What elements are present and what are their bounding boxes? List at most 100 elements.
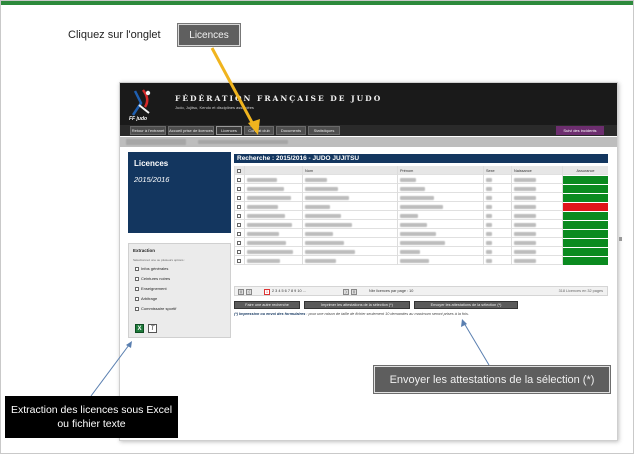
nom-cell [302,256,397,265]
table-row[interactable] [234,247,608,256]
checkbox[interactable] [135,296,139,301]
naissance-cell [511,238,562,247]
assurance-cell [562,238,608,247]
extraction-option-infos[interactable]: Infos générales [135,266,168,271]
licences-table: Nom Prénom Sexe Naissance Assurance [234,166,608,265]
assurance-cell [562,256,608,265]
blurred-value [486,249,492,254]
checkbox[interactable] [135,266,139,271]
search-title: Recherche : 2015/2016 - JUDO JUJITSU [234,154,608,163]
row-checkbox[interactable] [237,186,241,191]
insurance-status-green [563,229,608,238]
prenom-cell [397,175,483,184]
blurred-value [305,222,352,227]
nav-accueil[interactable]: Accueil prise de licences [168,126,214,135]
extraction-option-arbitrage[interactable]: Arbitrage [135,296,157,301]
assurance-cell [562,193,608,202]
footnote: (*) Impression ou envoi des formulaires … [234,312,469,316]
row-checkbox-cell [234,202,244,211]
sexe-cell [483,193,511,202]
nom-cell [302,229,397,238]
per-page-select[interactable]: Nbr licences par page : 10 [369,289,413,293]
blurred-value [247,195,291,200]
blurred-club-name [126,139,186,145]
naissance-cell [511,247,562,256]
table-row[interactable] [234,229,608,238]
row-checkbox[interactable] [237,222,241,227]
blurred-value [486,195,492,200]
option-label: Infos générales [141,266,169,271]
nom-cell [302,202,397,211]
page-numbers[interactable]: 2 3 4 5 6 7 8 9 10 ... [272,289,306,293]
blurred-user-info [198,140,288,144]
blurred-value [247,204,278,209]
licence-number-cell [244,247,302,256]
blurred-value [514,222,536,227]
nav-statistiques[interactable]: Statistiques [308,126,340,135]
logo-text: FF judo [129,116,148,122]
assurance-cell [562,175,608,184]
row-checkbox[interactable] [237,240,241,245]
naissance-cell [511,202,562,211]
blurred-value [514,186,536,191]
last-page-button[interactable]: ⟩⟩ [351,288,357,295]
blurred-value [305,195,349,200]
table-row[interactable] [234,175,608,184]
nav-suivi-incidents[interactable]: Suivi des incidents [556,126,604,135]
blurred-value [514,258,536,263]
first-page-button[interactable]: ⟨⟨ [238,288,244,295]
prev-page-button[interactable]: ⟨ [246,288,252,295]
select-all-checkbox[interactable] [237,168,241,173]
table-row[interactable] [234,211,608,220]
blurred-value [400,249,420,254]
row-checkbox[interactable] [237,177,241,182]
row-checkbox[interactable] [237,204,241,209]
extraction-option-ceintures[interactable]: Ceintures noires [135,276,170,281]
sidebar-header: Licences 2015/2016 [128,152,231,233]
extraction-option-enseignement[interactable]: Enseignement [135,286,167,291]
blurred-value [486,231,492,236]
row-checkbox[interactable] [237,195,241,200]
federation-name: FÉDÉRATION FRANÇAISE DE JUDO [175,94,383,103]
text-file-icon[interactable]: T [148,324,157,333]
nav-retour-extranet[interactable]: Retour à l'extranet [130,126,166,135]
table-row[interactable] [234,184,608,193]
col-sexe[interactable]: Sexe [483,166,511,175]
table-row[interactable] [234,220,608,229]
nav-contrat-club[interactable]: Contrat club [244,126,274,135]
current-page[interactable]: 1 [264,288,270,295]
sidebar-season: 2015/2016 [134,175,170,184]
col-assurance[interactable]: Assurance [562,166,608,175]
licence-number-cell [244,256,302,265]
naissance-cell [511,184,562,193]
excel-icon[interactable]: X [135,324,144,333]
nav-documents[interactable]: Documents [276,126,306,135]
checkbox[interactable] [135,276,139,281]
table-row[interactable] [234,193,608,202]
next-page-button[interactable]: ⟩ [343,288,349,295]
extraction-option-commissaire[interactable]: Commissaire sportif [135,306,176,311]
nav-licences[interactable]: Licences [216,126,242,135]
col-prenom[interactable]: Prénom [397,166,483,175]
row-checkbox[interactable] [237,231,241,236]
prenom-cell [397,211,483,220]
send-callout: Envoyer les attestations de la sélection… [374,366,610,393]
new-search-button[interactable]: Faire une autre recherche [234,301,300,309]
col-naissance[interactable]: Naissance [511,166,562,175]
insurance-status-green [563,247,608,256]
prenom-cell [397,202,483,211]
row-checkbox[interactable] [237,258,241,263]
prenom-cell [397,220,483,229]
checkbox[interactable] [135,306,139,311]
licences-tab-callout: Licences [178,24,240,46]
send-attestations-button[interactable]: Envoyer les attestations de la sélection… [414,301,518,309]
blurred-value [486,240,492,245]
checkbox[interactable] [135,286,139,291]
table-row[interactable] [234,238,608,247]
print-attestations-button[interactable]: Imprimer les attestations de la sélectio… [304,301,410,309]
table-row[interactable] [234,256,608,265]
col-nom[interactable]: Nom [302,166,397,175]
row-checkbox[interactable] [237,249,241,254]
table-row[interactable] [234,202,608,211]
row-checkbox[interactable] [237,213,241,218]
